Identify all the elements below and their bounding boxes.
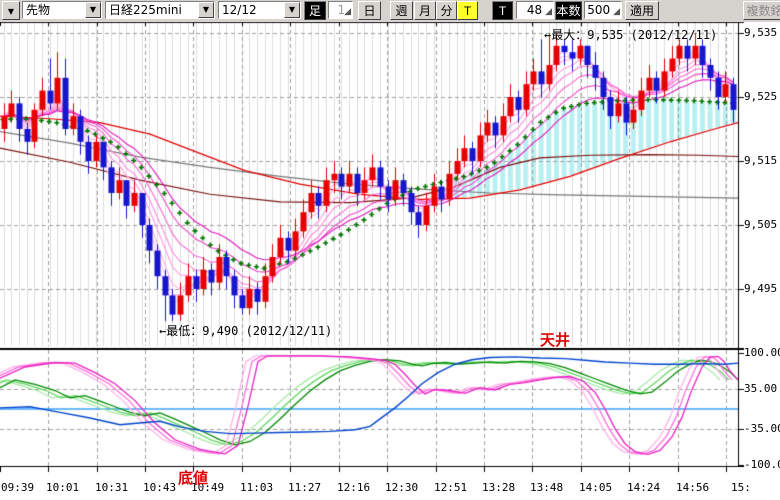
max-price-annotation: ←最大：9,535 (2012/12/11) — [544, 26, 717, 43]
period-week-button[interactable]: 週 — [390, 1, 413, 20]
tick-count-spinner[interactable]: 48 ◢ — [516, 1, 554, 19]
price-tick-label: 9,495 — [744, 282, 777, 295]
chevron-down-icon[interactable]: ▼ — [85, 2, 101, 18]
instrument-select[interactable]: 日経225mini ▼ — [105, 1, 215, 19]
apply-button[interactable]: 適用 — [625, 1, 659, 20]
chart-canvas[interactable] — [0, 0, 780, 500]
toolbar: ▼ 先物 ▼ 日経225mini ▼ 12/12 ▼ 足 1 ◢ 日 週 月 分… — [0, 0, 780, 22]
period-minute-button[interactable]: 分 — [436, 1, 457, 20]
tick-count-value: 48 — [517, 3, 542, 18]
tick-mode-button[interactable]: T — [492, 1, 513, 20]
time-tick-label: 15: — [731, 481, 751, 494]
time-tick-label: 14:05 — [579, 481, 612, 494]
chevron-down-icon[interactable]: ▼ — [198, 2, 214, 18]
bar-type-button[interactable]: 足 — [304, 1, 326, 20]
period-tick-button[interactable]: T — [457, 1, 478, 20]
price-tick-label: 9,515 — [744, 154, 777, 167]
bar-count-label: 本数 — [555, 1, 582, 20]
time-tick-label: 13:28 — [482, 481, 515, 494]
time-tick-label: 10:43 — [143, 481, 176, 494]
bar-count-spinner[interactable]: 500 ◢ — [584, 1, 622, 19]
time-tick-label: 11:27 — [288, 481, 321, 494]
time-tick-label: 11:03 — [240, 481, 273, 494]
price-tick-label: 9,505 — [744, 218, 777, 231]
bar-interval-spinner[interactable]: 1 ◢ — [328, 1, 353, 19]
instrument-type-value: 先物 — [26, 3, 50, 18]
oscillator-tick-label: -100.0 — [744, 458, 780, 471]
instrument-value: 日経225mini — [109, 3, 182, 18]
min-price-annotation: ←最低：9,490 (2012/12/11) — [159, 322, 332, 339]
date-select[interactable]: 12/12 ▼ — [218, 1, 301, 19]
oscillator-tick-label: -35.00 — [744, 422, 780, 435]
time-tick-label: 12:51 — [434, 481, 467, 494]
time-tick-label: 12:30 — [385, 481, 418, 494]
time-tick-label: 10:01 — [46, 481, 79, 494]
time-tick-label: 14:24 — [627, 481, 660, 494]
spinner-icon[interactable]: ◢ — [545, 8, 552, 17]
chevron-down-icon: ▼ — [8, 7, 14, 16]
instrument-type-select[interactable]: 先物 ▼ — [22, 1, 102, 19]
bar-count-value: 500 — [585, 3, 610, 18]
period-month-button[interactable]: 月 — [414, 1, 436, 20]
spinner-icon[interactable]: ◢ — [344, 8, 351, 17]
bar-interval-value: 1 — [329, 3, 345, 18]
time-tick-label: 09:39 — [1, 481, 34, 494]
time-tick-label: 12:16 — [337, 481, 370, 494]
price-tick-label: 9,525 — [744, 90, 777, 103]
price-tick-label: 9,535 — [744, 26, 777, 39]
period-day-button[interactable]: 日 — [358, 1, 381, 20]
chevron-down-icon[interactable]: ▼ — [284, 2, 300, 18]
time-tick-label: 13:48 — [530, 481, 563, 494]
chart-corner-dropdown[interactable]: ▼ — [2, 1, 20, 20]
time-tick-label: 14:56 — [676, 481, 709, 494]
date-value: 12/12 — [222, 3, 257, 18]
oscillator-tick-label: 100.00 — [744, 346, 780, 359]
multi-symbol-button: 複数銘柄 — [743, 1, 780, 20]
spinner-icon[interactable]: ◢ — [613, 8, 620, 17]
oscillator-tick-label: 35.00 — [744, 382, 777, 395]
ceiling-annotation: 天井 — [540, 329, 570, 350]
bottom-annotation: 底値 — [178, 467, 208, 488]
time-tick-label: 10:31 — [95, 481, 128, 494]
